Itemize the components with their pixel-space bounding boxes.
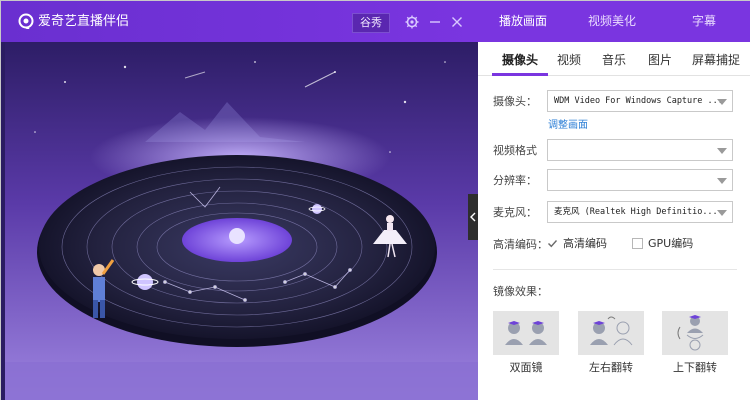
dropdown-arrow-icon	[717, 99, 727, 105]
check-icon	[548, 240, 558, 248]
flip-vertical-icon	[677, 315, 704, 351]
gear-icon[interactable]	[404, 14, 420, 30]
settings-panel: 播放画面 视频美化 字幕 摄像头 视频 音乐 图片 屏幕捕捉 摄像头： WDM …	[478, 1, 750, 400]
stage-illustration	[5, 42, 478, 400]
hd-encoding-label: 高清编码：	[493, 238, 548, 251]
preview-stage: 爱奇艺直播伴侣 谷秀	[1, 1, 478, 400]
mirror-flip-vertical-card[interactable]	[662, 311, 728, 355]
sub-tab-camera[interactable]: 摄像头	[502, 52, 538, 68]
camera-select-value: WDM Video For Windows Capture ...	[554, 96, 723, 106]
sub-tab-music[interactable]: 音乐	[602, 52, 626, 68]
gpu-encoding-checkbox[interactable]	[632, 238, 643, 249]
mirror-flip-horizontal-card[interactable]	[578, 311, 644, 355]
panel-collapse-handle[interactable]	[468, 194, 478, 240]
sub-tab-image[interactable]: 图片	[648, 52, 672, 68]
hd-encoding-checkbox[interactable]	[547, 238, 558, 249]
section-divider	[493, 269, 737, 270]
resolution-label: 分辨率：	[493, 174, 537, 187]
logo-icon	[18, 13, 34, 29]
camera-select[interactable]: WDM Video For Windows Capture ...	[547, 90, 733, 112]
tab-video-beauty[interactable]: 视频美化	[572, 13, 652, 29]
minimize-icon[interactable]	[427, 14, 443, 30]
sub-tab-screen-capture[interactable]: 屏幕捕捉	[692, 52, 740, 68]
mirror-effect-label: 镜像效果：	[493, 285, 548, 298]
show-button[interactable]: 谷秀	[352, 13, 390, 33]
mirror-double-card[interactable]	[493, 311, 559, 355]
dropdown-arrow-icon	[717, 178, 727, 184]
tab-play-screen[interactable]: 播放画面	[483, 13, 563, 29]
microphone-label: 麦克风：	[493, 206, 537, 219]
video-format-select[interactable]	[547, 139, 733, 161]
close-icon[interactable]	[449, 14, 465, 30]
flip-horizontal-icon	[590, 316, 633, 346]
mirror-double-label: 双面镜	[509, 361, 543, 374]
source-tab-bar: 摄像头 视频 音乐 图片 屏幕捕捉	[478, 42, 750, 76]
main-tab-bar: 播放画面 视频美化 字幕	[478, 1, 750, 42]
microphone-value: 麦克风 (Realtek High Definitio...	[554, 207, 718, 217]
title-bar: 爱奇艺直播伴侣 谷秀	[1, 1, 478, 42]
app-title: 爱奇艺直播伴侣	[38, 14, 130, 29]
camera-label: 摄像头：	[493, 95, 537, 108]
adjust-picture-link[interactable]: 调整画面	[548, 119, 588, 132]
dropdown-arrow-icon	[717, 210, 727, 216]
tab-subtitles[interactable]: 字幕	[664, 13, 744, 29]
resolution-select[interactable]	[547, 169, 733, 191]
double-mirror-icon	[505, 321, 547, 345]
video-format-label: 视频格式	[493, 144, 537, 157]
mirror-flip-horizontal-label: 左右翻转	[589, 361, 633, 374]
hd-encoding-option-label[interactable]: 高清编码	[563, 237, 607, 251]
mirror-flip-vertical-label: 上下翻转	[673, 361, 717, 374]
microphone-select[interactable]: 麦克风 (Realtek High Definitio...	[547, 201, 733, 223]
active-tab-underline	[492, 73, 548, 76]
sub-tab-video[interactable]: 视频	[557, 52, 581, 68]
dropdown-arrow-icon	[717, 148, 727, 154]
chevron-left-icon	[470, 212, 476, 222]
gpu-encoding-option-label[interactable]: GPU编码	[648, 237, 693, 251]
app-window: 爱奇艺直播伴侣 谷秀 播放画面 视频美化 字幕 摄像头 视频 音乐 图片 屏幕捕…	[0, 0, 750, 400]
